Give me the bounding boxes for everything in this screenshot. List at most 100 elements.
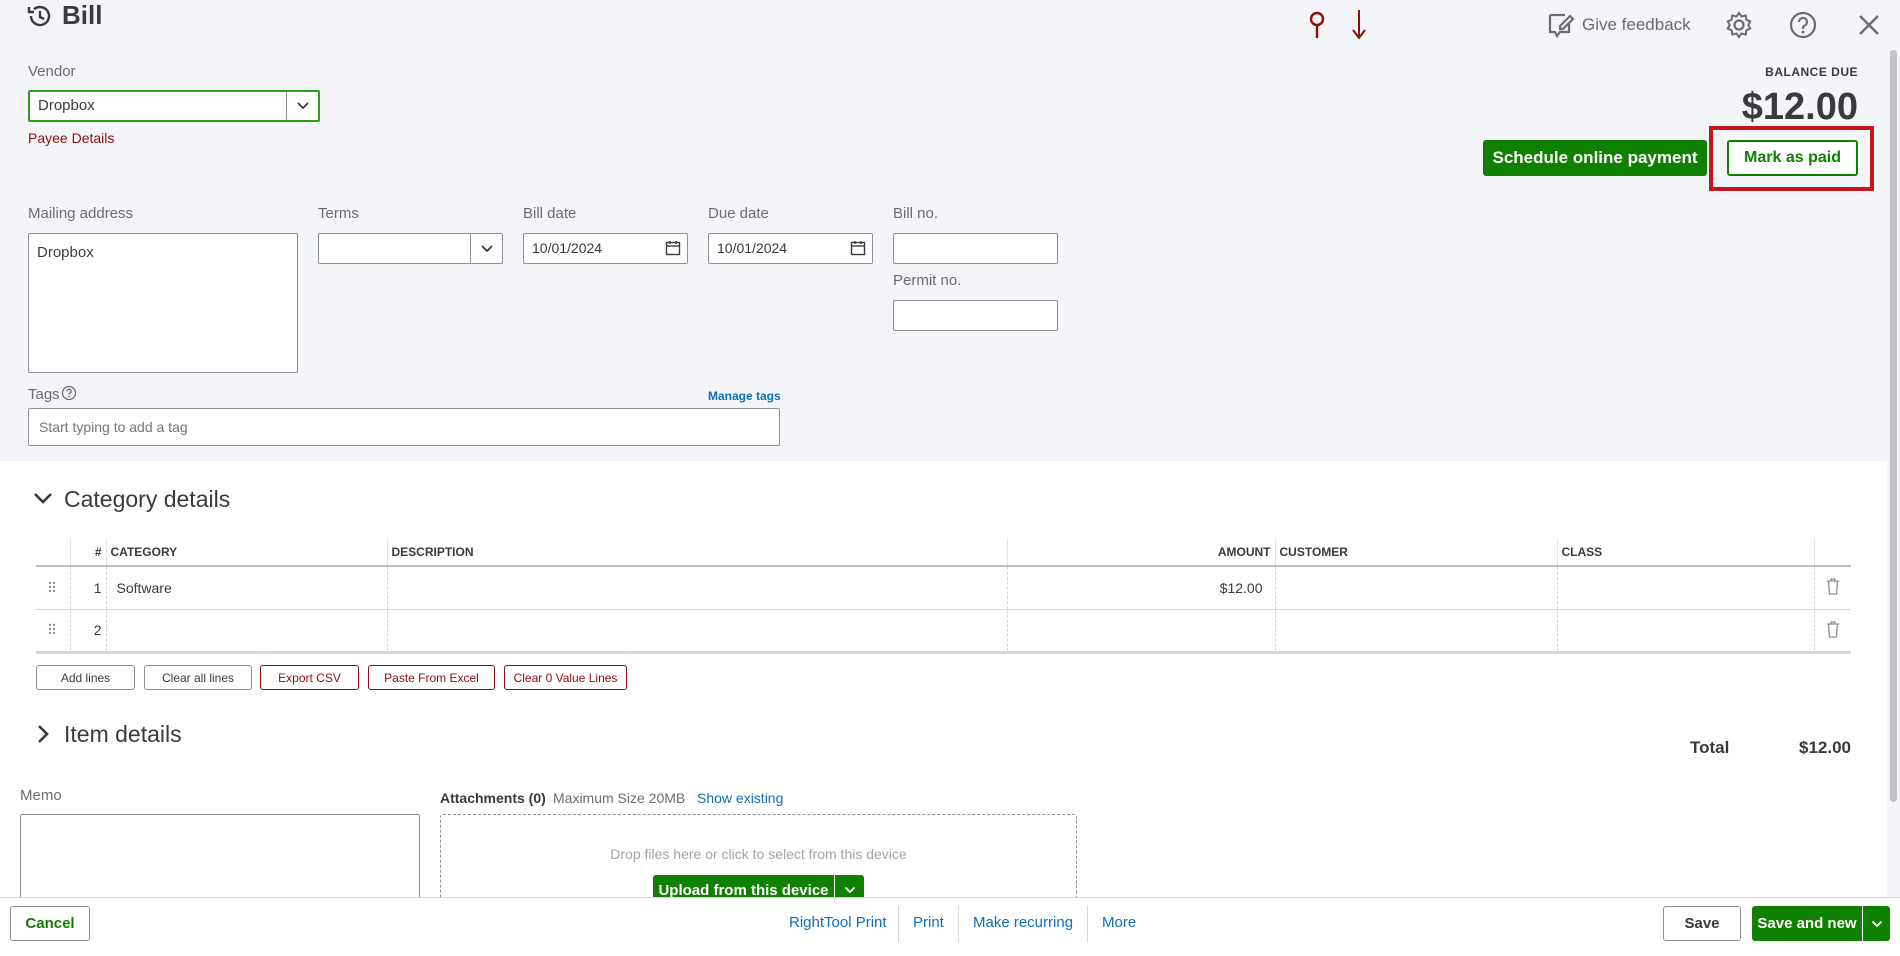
column-header-customer: CUSTOMER	[1274, 539, 1557, 567]
vendor-value: Dropbox	[38, 97, 95, 114]
export-csv-button[interactable]: Export CSV	[260, 665, 359, 690]
righttool-print-link[interactable]: RightTool Print	[789, 914, 887, 931]
footer-bar: Cancel RightTool Print Print Make recurr…	[0, 897, 1900, 956]
history-icon[interactable]	[26, 2, 54, 30]
add-lines-button[interactable]: Add lines	[36, 665, 135, 690]
clear-zero-value-lines-button[interactable]: Clear 0 Value Lines	[504, 665, 627, 690]
attachments-label: Attachments (0)	[440, 790, 546, 806]
column-header-class: CLASS	[1556, 539, 1814, 567]
column-header-amount: AMOUNT	[1006, 539, 1275, 567]
dropzone-text: Drop files here or click to select from …	[610, 846, 907, 862]
calendar-icon[interactable]	[665, 240, 681, 260]
chevron-down-icon[interactable]	[286, 92, 318, 120]
terms-select[interactable]	[318, 233, 503, 264]
attachments-max-size: Maximum Size 20MB	[553, 790, 686, 806]
drag-handle-icon[interactable]	[36, 609, 70, 654]
payee-details-link[interactable]: Payee Details	[28, 130, 114, 146]
due-date-value: 10/01/2024	[717, 240, 788, 256]
table-row[interactable]: 1 Software $12.00	[36, 566, 1851, 610]
trash-icon[interactable]	[1813, 609, 1851, 654]
manage-tags-link[interactable]: Manage tags	[708, 389, 781, 403]
feedback-icon[interactable]	[1546, 10, 1576, 40]
delete-column-header	[1813, 539, 1851, 567]
paste-from-excel-button[interactable]: Paste From Excel	[368, 665, 495, 690]
table-row[interactable]: 2	[36, 609, 1851, 654]
row-description[interactable]	[386, 609, 1007, 654]
mailing-address-input[interactable]: Dropbox	[28, 233, 298, 373]
row-customer[interactable]	[1274, 609, 1557, 654]
tags-input[interactable]	[28, 408, 780, 446]
terms-label: Terms	[318, 205, 359, 222]
row-description[interactable]	[386, 566, 1007, 610]
gear-icon[interactable]	[1724, 10, 1754, 40]
total-value: $12.00	[1799, 738, 1851, 757]
footer-divider	[1087, 906, 1088, 942]
save-and-new-button[interactable]: Save and new	[1752, 906, 1862, 941]
chevron-down-icon[interactable]	[470, 234, 502, 263]
column-header-category: CATEGORY	[105, 539, 387, 567]
give-feedback-link[interactable]: Give feedback	[1582, 15, 1691, 35]
chevron-down-icon	[1871, 920, 1882, 927]
footer-divider	[898, 906, 899, 942]
chevron-down-icon	[844, 886, 855, 894]
vendor-select[interactable]: Dropbox	[28, 90, 320, 122]
bill-date-input[interactable]: 10/01/2024	[523, 233, 688, 264]
cancel-button[interactable]: Cancel	[10, 906, 90, 941]
tags-label: Tags	[28, 386, 60, 403]
due-date-label: Due date	[708, 205, 769, 222]
more-link[interactable]: More	[1102, 914, 1136, 931]
print-link[interactable]: Print	[913, 914, 944, 931]
header-panel	[0, 0, 1887, 461]
permit-no-input[interactable]	[893, 300, 1058, 331]
mailing-address-value: Dropbox	[37, 244, 94, 261]
scrollbar-thumb[interactable]	[1890, 50, 1897, 802]
make-recurring-link[interactable]: Make recurring	[973, 914, 1073, 931]
balance-due-amount: $12.00	[1741, 86, 1858, 128]
close-icon[interactable]	[1854, 10, 1884, 40]
category-details-heading: Category details	[64, 486, 231, 512]
item-details-heading: Item details	[64, 721, 182, 747]
row-customer[interactable]	[1274, 566, 1557, 610]
drag-handle-icon[interactable]	[36, 566, 70, 610]
pin-icon[interactable]	[1306, 10, 1328, 40]
bill-date-value: 10/01/2024	[532, 240, 603, 256]
mailing-address-label: Mailing address	[28, 205, 134, 222]
balance-due-label: BALANCE DUE	[1765, 65, 1858, 79]
vendor-label: Vendor	[28, 63, 76, 80]
due-date-input[interactable]: 10/01/2024	[708, 233, 873, 264]
save-and-new-dropdown-button[interactable]	[1863, 906, 1890, 941]
footer-divider	[958, 906, 959, 942]
show-existing-link[interactable]: Show existing	[697, 790, 783, 806]
mark-as-paid-button[interactable]: Mark as paid	[1727, 140, 1858, 176]
page-title: Bill	[62, 0, 103, 30]
row-class[interactable]	[1556, 609, 1814, 654]
memo-input[interactable]	[20, 814, 420, 904]
scrollbar[interactable]	[1887, 0, 1900, 897]
row-class[interactable]	[1556, 566, 1814, 610]
bill-date-label: Bill date	[523, 205, 577, 222]
chevron-right-icon[interactable]	[32, 721, 54, 747]
calendar-icon[interactable]	[850, 240, 866, 260]
column-header-description: DESCRIPTION	[386, 539, 1007, 567]
trash-icon[interactable]	[1813, 566, 1851, 610]
schedule-online-payment-button[interactable]: Schedule online payment	[1483, 140, 1707, 176]
chevron-down-icon[interactable]	[30, 486, 56, 512]
category-table: # CATEGORY DESCRIPTION AMOUNT CUSTOMER C…	[36, 539, 1851, 654]
drag-column-header	[36, 539, 70, 567]
total-label: Total	[1690, 738, 1730, 757]
help-icon[interactable]	[1788, 10, 1818, 40]
help-icon[interactable]	[61, 385, 77, 401]
row-category[interactable]	[105, 609, 387, 654]
row-amount[interactable]	[1006, 609, 1275, 654]
arrow-down-icon[interactable]	[1348, 8, 1370, 42]
row-number: 2	[69, 609, 106, 654]
bill-no-input[interactable]	[893, 233, 1058, 264]
clear-all-lines-button[interactable]: Clear all lines	[144, 665, 252, 690]
row-number: 1	[69, 566, 106, 610]
memo-label: Memo	[20, 787, 62, 804]
permit-no-label: Permit no.	[893, 272, 962, 289]
row-category[interactable]: Software	[105, 566, 387, 610]
save-button[interactable]: Save	[1663, 906, 1741, 941]
bill-no-label: Bill no.	[893, 205, 939, 222]
row-amount[interactable]: $12.00	[1006, 566, 1275, 610]
